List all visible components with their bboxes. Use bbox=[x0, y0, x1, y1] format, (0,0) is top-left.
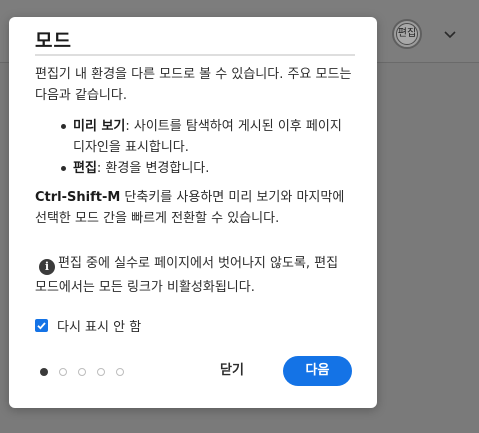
pagination-dot-3[interactable] bbox=[78, 368, 86, 376]
shortcut-key: Ctrl-Shift-M bbox=[35, 190, 121, 205]
check-icon bbox=[37, 322, 46, 330]
mode-name: 미리 보기 bbox=[73, 119, 126, 134]
list-item: 편집: 환경을 변경합니다. bbox=[61, 158, 353, 179]
intro-text: 편집기 내 환경을 다른 모드로 볼 수 있습니다. 주요 모드는 다음과 같습… bbox=[35, 67, 352, 103]
close-button[interactable]: 닫기 bbox=[206, 357, 258, 385]
shortcut-text: Ctrl-Shift-M 단축키를 사용하면 미리 보기와 마지막에 선택한 모… bbox=[35, 187, 353, 229]
title-divider bbox=[35, 54, 355, 56]
mode-list: 미리 보기: 사이트를 탐색하여 게시된 이후 페이지 디자인을 표시합니다. … bbox=[61, 116, 353, 179]
info-icon: i bbox=[39, 259, 55, 275]
dialog-title: 모드 bbox=[35, 30, 72, 52]
info-note: i 편집 중에 실수로 페이지에서 벗어나지 않도록, 편집 모드에서는 모든 링… bbox=[35, 252, 353, 300]
avatar-label: 편집 bbox=[396, 23, 418, 45]
mode-name: 편집 bbox=[73, 161, 97, 176]
avatar[interactable]: 편집 bbox=[392, 19, 422, 49]
pagination-dot-5[interactable] bbox=[116, 368, 124, 376]
checkbox-label[interactable]: 다시 표시 안 함 bbox=[57, 316, 141, 335]
chevron-down-icon[interactable] bbox=[440, 24, 460, 44]
pagination-dot-2[interactable] bbox=[59, 368, 67, 376]
dont-show-again-checkbox[interactable] bbox=[35, 319, 48, 332]
mode-dialog: 모드 편집기 내 환경을 다른 모드로 볼 수 있습니다. 주요 모드는 다음과… bbox=[9, 17, 377, 408]
info-text: 편집 중에 실수로 페이지에서 벗어나지 않도록, 편집 모드에서는 모든 링크… bbox=[35, 256, 339, 295]
list-item: 미리 보기: 사이트를 탐색하여 게시된 이후 페이지 디자인을 표시합니다. bbox=[61, 116, 353, 158]
mode-description: : 환경을 변경합니다. bbox=[96, 161, 210, 176]
pagination-dot-4[interactable] bbox=[97, 368, 105, 376]
pagination-dot-1[interactable] bbox=[40, 368, 48, 376]
next-button[interactable]: 다음 bbox=[283, 356, 352, 386]
